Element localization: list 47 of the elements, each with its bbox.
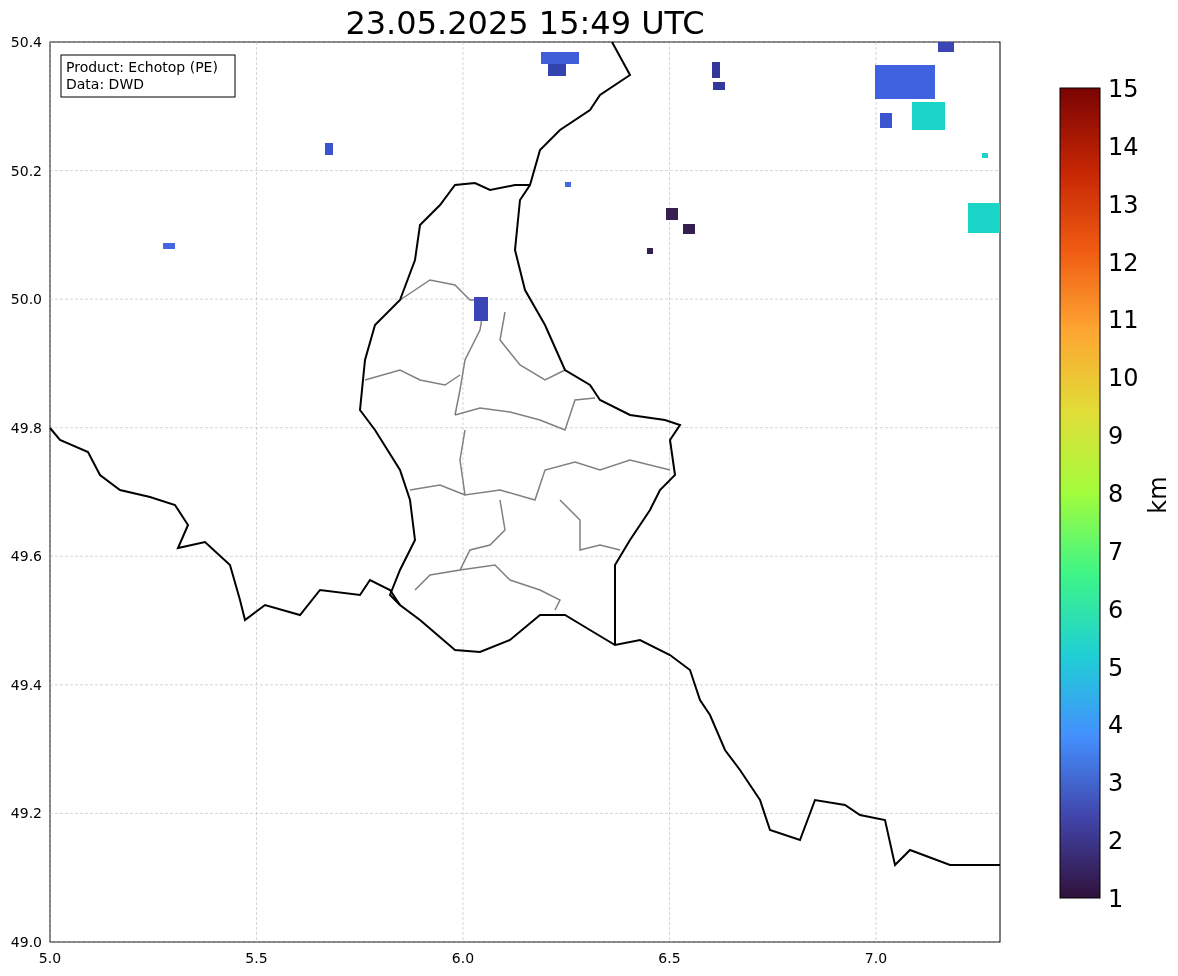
- y-tick-label: 49.8: [10, 419, 42, 436]
- radar-echo: [474, 297, 488, 321]
- colorbar-label: km: [1144, 476, 1172, 514]
- colorbar-tick-label: 14: [1108, 132, 1139, 161]
- x-tick-label: 7.0: [864, 950, 888, 966]
- colorbar-tick-label: 7: [1108, 537, 1124, 566]
- colorbar-tick-label: 10: [1108, 364, 1139, 393]
- y-tick-label: 49.0: [10, 934, 42, 950]
- x-tick-label: 6.5: [658, 950, 681, 966]
- colorbar-tick-label: 3: [1108, 769, 1124, 798]
- radar-echo: [912, 102, 945, 130]
- chart-title: 23.05.2025 15:49 UTC: [345, 4, 705, 42]
- colorbar-tick-label: 13: [1108, 190, 1139, 219]
- y-tick-label: 49.2: [10, 805, 42, 822]
- y-tick-label: 50.0: [10, 291, 42, 308]
- colorbar-tick-label: 8: [1108, 480, 1124, 508]
- radar-echo: [938, 42, 954, 52]
- radar-echo: [565, 182, 571, 187]
- radar-echo: [647, 248, 653, 254]
- radar-echo: [163, 243, 175, 249]
- radar-echo: [712, 62, 720, 78]
- y-tick-label: 49.4: [10, 676, 42, 693]
- radar-echo: [968, 203, 1000, 233]
- radar-echo: [875, 65, 935, 99]
- x-tick-label: 5.5: [245, 950, 268, 966]
- colorbar-tick-label: 9: [1108, 422, 1124, 451]
- colorbar-tick-label: 4: [1108, 711, 1124, 740]
- colorbar-tick-label: 1: [1108, 885, 1124, 913]
- canton-boundary-line: [499, 311, 566, 381]
- y-tick-label: 49.6: [10, 548, 42, 565]
- y-tick-label: 50.2: [10, 162, 42, 179]
- radar-echo: [713, 82, 725, 90]
- radar-echo: [880, 113, 892, 128]
- x-tick-label: 6.0: [451, 950, 475, 966]
- radar-echo: [325, 143, 333, 155]
- colorbar-tick-label: 5: [1108, 653, 1124, 682]
- y-tick-label: 50.4: [10, 34, 42, 50]
- colorbar-tick-label: 2: [1108, 827, 1124, 856]
- colorbar-tick-label: 6: [1108, 595, 1124, 624]
- radar-echo: [666, 208, 678, 220]
- colorbar-tick-label: 12: [1108, 248, 1139, 277]
- colorbar-tick-label: 15: [1108, 75, 1139, 103]
- colorbar-tick-label: 11: [1108, 306, 1139, 335]
- x-tick-label: 5.0: [38, 950, 62, 966]
- info-box: Product: Echotop (PE) Data: DWD: [60, 54, 236, 98]
- radar-echo: [683, 224, 695, 234]
- radar-echo: [982, 153, 988, 158]
